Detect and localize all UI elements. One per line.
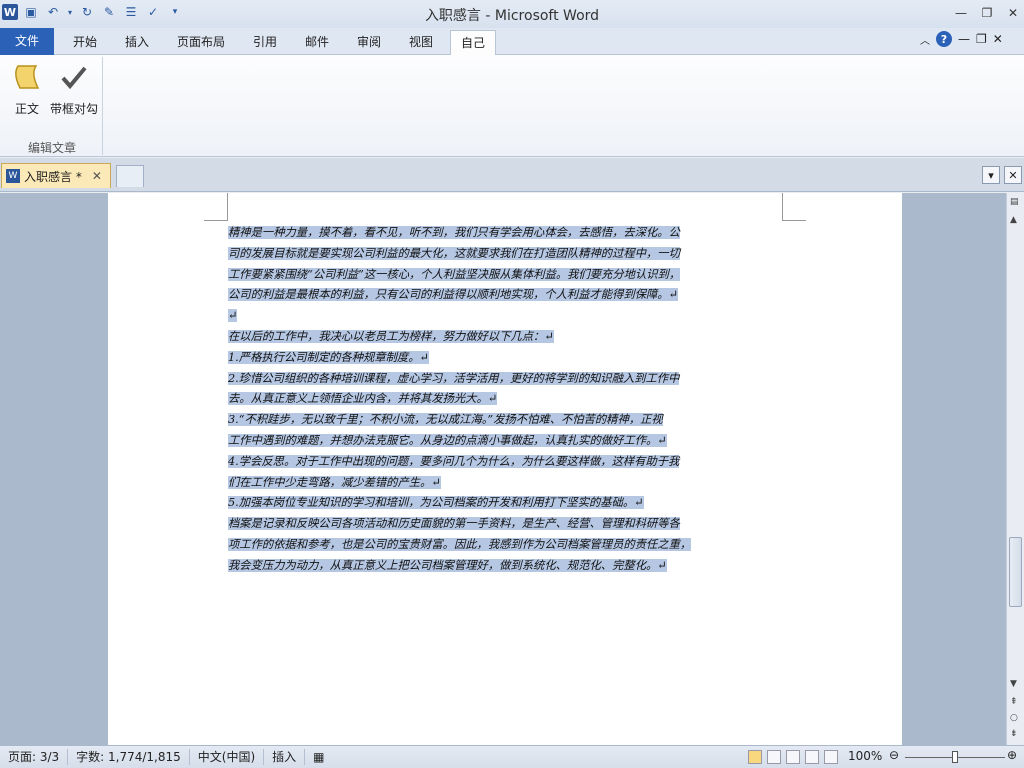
selected-text: 工作要紧紧围绕“公司利益”这一核心，个人利益坚决服从集体利益。我们要充分地认识到… xyxy=(228,267,681,281)
ruler-toggle-icon[interactable]: ▤ xyxy=(1010,197,1019,207)
full-screen-reading-icon[interactable] xyxy=(767,750,781,764)
ribbon-tabs: 文件 开始 插入 页面布局 引用 邮件 审阅 视图 自己 xyxy=(0,28,1024,56)
scroll-down-icon[interactable]: ▼ xyxy=(1010,679,1017,689)
zoom-level[interactable]: 100% xyxy=(848,749,882,763)
prev-page-icon[interactable]: ⇞ xyxy=(1010,697,1018,707)
ribbon: 正文 带框对勾 编辑文章 xyxy=(0,55,1024,157)
zoom-slider-thumb[interactable] xyxy=(952,751,958,763)
document-line[interactable]: 1.严格执行公司制定的各种规章制度。↵ xyxy=(228,348,788,369)
close-tab-icon[interactable]: ✕ xyxy=(92,169,102,183)
selected-text: 公司的利益是最根本的利益，只有公司的利益得以顺利地实现，个人利益才能得到保障。↵ xyxy=(228,288,679,302)
status-bar: 页面: 3/3 字数: 1,774/1,815 中文(中国) 插入 ▦ 100%… xyxy=(0,745,1024,768)
doc-restore-icon[interactable]: ❐ xyxy=(976,32,987,46)
document-line[interactable]: 公司的利益是最根本的利益，只有公司的利益得以顺利地实现，个人利益才能得到保障。↵ xyxy=(228,285,788,306)
document-line[interactable]: 4.学会反思。对于工作中出现的问题，要多问几个为什么，为什么要这样做，这样有助于… xyxy=(228,452,788,473)
collapse-ribbon-icon[interactable]: ︿ xyxy=(920,32,930,47)
selected-text: 去。从真正意义上领悟企业内含，并将其发扬光大。↵ xyxy=(228,392,498,406)
ribbon-controls: ︿ ? — ❐ ✕ xyxy=(920,31,1003,47)
window-title: 入职感言 - Microsoft Word xyxy=(424,8,600,24)
document-line[interactable]: 去。从真正意义上领悟企业内含，并将其发扬光大。↵ xyxy=(228,389,788,410)
tab-review[interactable]: 审阅 xyxy=(346,30,392,55)
selected-text: 3.“不积跬步，无以致千里；不积小流，无以成江海。”发扬不怕难、不怕苦的精神，正… xyxy=(228,413,663,427)
browse-object-icon[interactable]: ○ xyxy=(1010,713,1018,723)
word-doc-icon: W xyxy=(6,169,20,183)
close-all-tabs-icon[interactable]: ✕ xyxy=(1004,166,1022,184)
selected-text: 档案是记录和反映公司各项活动和历史面貌的第一手资料，是生产、经营、管理和科研等各 xyxy=(228,517,680,531)
document-line[interactable]: 2.珍惜公司组织的各种培训课程，虚心学习，活学活用，更好的将学到的知识融入到工作… xyxy=(228,369,788,390)
restore-icon[interactable]: ❐ xyxy=(976,4,998,22)
document-line[interactable]: 们在工作中少走弯路，减少差错的产生。↵ xyxy=(228,473,788,494)
document-line[interactable]: 档案是记录和反映公司各项活动和历史面貌的第一手资料，是生产、经营、管理和科研等各 xyxy=(228,514,788,535)
close-icon[interactable]: ✕ xyxy=(1002,4,1024,22)
selected-text: 5.加强本岗位专业知识的学习和培训，为公司档案的开发和利用打下坚实的基础。↵ xyxy=(228,496,644,510)
zoom-in-icon[interactable]: ⊕ xyxy=(1007,748,1017,762)
web-layout-icon[interactable] xyxy=(786,750,800,764)
print-layout-icon[interactable] xyxy=(748,750,762,764)
tab-list-dropdown-icon[interactable]: ▾ xyxy=(982,166,1000,184)
document-line[interactable]: 项工作的依据和参考，也是公司的宝贵财富。因此，我感到作为公司档案管理员的责任之重… xyxy=(228,535,788,556)
insert-mode[interactable]: 插入 xyxy=(264,749,306,765)
margin-mark-left xyxy=(204,193,228,221)
scroll-up-icon[interactable]: ▲ xyxy=(1010,215,1017,225)
tab-mailings[interactable]: 邮件 xyxy=(294,30,340,55)
help-icon[interactable]: ? xyxy=(936,31,952,47)
selected-text: 我会变压力为动力，从真正意义上把公司档案管理好，做到系统化、规范化、完整化。↵ xyxy=(228,558,667,572)
macro-record-icon[interactable]: ▦ xyxy=(305,749,332,765)
document-line[interactable]: 精神是一种力量，摸不着，看不见，听不到，我们只有学会用心体会，去感悟，去深化。公 xyxy=(228,223,788,244)
selected-text: 在以后的工作中，我决心以老员工为榜样，努力做好以下几点：↵ xyxy=(228,329,554,343)
document-tab-label: 入职感言 * xyxy=(24,169,82,184)
zoom-out-icon[interactable]: ⊖ xyxy=(889,748,899,762)
tab-insert[interactable]: 插入 xyxy=(114,30,160,55)
selected-text: 工作中遇到的难题，并想办法克服它。从身边的点滴小事做起，认真扎实的做好工作。↵ xyxy=(228,433,667,447)
outline-icon[interactable] xyxy=(805,750,819,764)
selected-text: 精神是一种力量，摸不着，看不见，听不到，我们只有学会用心体会，去感悟，去深化。公 xyxy=(228,226,680,239)
document-line[interactable]: 我会变压力为动力，从真正意义上把公司档案管理好，做到系统化、规范化、完整化。↵ xyxy=(228,556,788,577)
page-indicator[interactable]: 页面: 3/3 xyxy=(0,749,69,765)
selected-text: ↵ xyxy=(228,309,238,323)
document-tab[interactable]: W 入职感言 * ✕ xyxy=(1,163,111,188)
language-indicator[interactable]: 中文(中国) xyxy=(190,749,265,765)
title-bar: W ▣ ↶ ▾ ↻ ✎ ☰ ✓ ▾ 入职感言 - Microsoft Word … xyxy=(0,0,1024,28)
document-line[interactable]: 3.“不积跬步，无以致千里；不积小流，无以成江海。”发扬不怕难、不怕苦的精神，正… xyxy=(228,410,788,431)
doc-minimize-icon[interactable]: — xyxy=(958,32,970,46)
new-tab-button[interactable] xyxy=(116,165,144,187)
tab-self[interactable]: 自己 xyxy=(450,30,496,56)
checkbox-check-button[interactable]: 带框对勾 xyxy=(50,61,98,117)
word-count[interactable]: 字数: 1,774/1,815 xyxy=(68,749,190,765)
document-line[interactable]: 工作要紧紧围绕“公司利益”这一核心，个人利益坚决服从集体利益。我们要充分地认识到… xyxy=(228,265,788,286)
selected-text: 2.珍惜公司组织的各种培训课程，虚心学习，活学活用，更好的将学到的知识融入到工作… xyxy=(228,371,680,385)
selected-text: 项工作的依据和参考，也是公司的宝贵财富。因此，我感到作为公司档案管理员的责任之重… xyxy=(228,537,692,551)
body-text-button[interactable]: 正文 xyxy=(4,61,50,117)
draft-icon[interactable] xyxy=(824,750,838,764)
group-label: 编辑文章 xyxy=(27,141,76,155)
document-text[interactable]: 精神是一种力量，摸不着，看不见，听不到，我们只有学会用心体会，去感悟，去深化。公… xyxy=(228,223,788,577)
window-controls: — ❐ ✕ xyxy=(950,4,1024,22)
document-line[interactable]: 工作中遇到的难题，并想办法克服它。从身边的点滴小事做起，认真扎实的做好工作。↵ xyxy=(228,431,788,452)
selected-text: 们在工作中少走弯路，减少差错的产生。↵ xyxy=(228,475,441,489)
checkmark-icon xyxy=(58,61,90,92)
body-style-icon xyxy=(11,61,43,92)
selected-text: 4.学会反思。对于工作中出现的问题，要多问几个为什么，为什么要这样做，这样有助于… xyxy=(228,454,680,468)
document-area: 精神是一种力量，摸不着，看不见，听不到，我们只有学会用心体会，去感悟，去深化。公… xyxy=(0,193,1006,745)
tab-page-layout[interactable]: 页面布局 xyxy=(166,30,236,55)
document-line[interactable]: ↵ xyxy=(228,306,788,327)
tab-file[interactable]: 文件 xyxy=(0,28,54,55)
margin-mark-right xyxy=(782,193,806,221)
document-line[interactable]: 司的发展目标就是要实现公司利益的最大化，这就要求我们在打造团队精神的过程中，一切 xyxy=(228,244,788,265)
selected-text: 1.严格执行公司制定的各种规章制度。↵ xyxy=(228,350,429,364)
ribbon-group-edit: 正文 带框对勾 编辑文章 xyxy=(2,57,103,155)
tab-references[interactable]: 引用 xyxy=(242,30,288,55)
vertical-scrollbar[interactable]: ▤ ▲ ▼ ⇞ ○ ⇟ xyxy=(1006,193,1024,745)
doc-close-icon[interactable]: ✕ xyxy=(993,32,1003,46)
tab-home[interactable]: 开始 xyxy=(62,30,108,55)
next-page-icon[interactable]: ⇟ xyxy=(1010,729,1018,739)
document-tabs: W 入职感言 * ✕ xyxy=(0,158,1024,192)
document-page[interactable]: 精神是一种力量，摸不着，看不见，听不到，我们只有学会用心体会，去感悟，去深化。公… xyxy=(108,193,902,745)
document-line[interactable]: 5.加强本岗位专业知识的学习和培训，为公司档案的开发和利用打下坚实的基础。↵ xyxy=(228,493,788,514)
selected-text: 司的发展目标就是要实现公司利益的最大化，这就要求我们在打造团队精神的过程中，一切 xyxy=(228,246,680,260)
scroll-thumb[interactable] xyxy=(1009,537,1022,607)
minimize-icon[interactable]: — xyxy=(950,4,972,22)
tab-view[interactable]: 视图 xyxy=(398,30,444,55)
document-line[interactable]: 在以后的工作中，我决心以老员工为榜样，努力做好以下几点：↵ xyxy=(228,327,788,348)
